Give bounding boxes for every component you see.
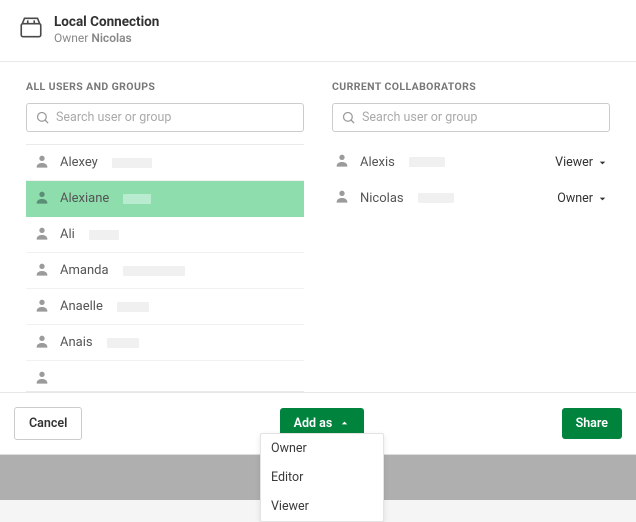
role-dropdown[interactable]: Viewer <box>555 155 608 170</box>
surname-placeholder <box>123 266 185 276</box>
collaborator-row: Nicolas Owner <box>332 180 610 216</box>
connection-icon <box>18 15 44 45</box>
chevron-up-icon <box>339 418 350 429</box>
search-icon <box>35 110 50 125</box>
person-icon <box>34 297 50 317</box>
add-as-option[interactable]: Owner <box>261 434 383 463</box>
dialog-footer: Cancel Add as OwnerEditorViewer Share <box>0 392 636 454</box>
all-users-panel: ALL USERS AND GROUPS Alexey Alexiane Ali Am… <box>26 80 304 392</box>
user-row[interactable]: Alexiane <box>26 181 304 217</box>
role-label: Viewer <box>555 155 593 170</box>
surname-placeholder <box>107 338 139 348</box>
user-name: Alexiane <box>60 191 109 206</box>
user-name: Amanda <box>60 263 109 278</box>
user-name: Anais <box>60 335 93 350</box>
person-icon <box>34 225 50 245</box>
user-row[interactable] <box>26 361 304 392</box>
all-users-list[interactable]: Alexey Alexiane Ali Amanda Anaelle Anais <box>26 144 304 392</box>
collaborators-search[interactable] <box>332 103 610 132</box>
person-icon <box>34 153 50 173</box>
dialog-owner-line: Owner Nicolas <box>54 31 159 45</box>
cancel-button[interactable]: Cancel <box>14 407 82 440</box>
surname-placeholder <box>89 230 119 240</box>
add-as-dropdown: OwnerEditorViewer <box>260 433 384 522</box>
collaborators-search-input[interactable] <box>362 110 601 125</box>
surname-placeholder <box>117 302 149 312</box>
person-icon <box>334 188 350 208</box>
person-icon <box>334 152 350 172</box>
all-users-search[interactable] <box>26 103 304 132</box>
collaborators-panel: CURRENT COLLABORATORS Alexis Viewer Nicola… <box>332 80 610 392</box>
share-button[interactable]: Share <box>562 408 622 439</box>
collaborators-heading: CURRENT COLLABORATORS <box>332 80 610 93</box>
user-row[interactable]: Ali <box>26 217 304 253</box>
user-row[interactable]: Anais <box>26 325 304 361</box>
collaborator-name: Alexis <box>360 155 395 170</box>
collaborator-name: Nicolas <box>360 191 404 206</box>
surname-placeholder <box>123 194 151 204</box>
user-name: Ali <box>60 227 75 242</box>
person-icon <box>34 261 50 281</box>
add-as-option[interactable]: Viewer <box>261 492 383 521</box>
surname-placeholder <box>409 157 445 167</box>
person-icon <box>34 333 50 353</box>
surname-placeholder <box>418 193 454 203</box>
role-dropdown[interactable]: Owner <box>557 191 608 206</box>
user-name: Anaelle <box>60 299 103 314</box>
all-users-search-input[interactable] <box>56 110 295 125</box>
dialog-title: Local Connection <box>54 14 159 30</box>
all-users-heading: ALL USERS AND GROUPS <box>26 80 304 93</box>
surname-placeholder <box>112 158 152 168</box>
user-name: Alexey <box>60 155 98 170</box>
dialog-header: Local Connection Owner Nicolas <box>0 0 636 62</box>
person-icon <box>34 369 50 389</box>
collaborator-row: Alexis Viewer <box>332 144 610 180</box>
share-dialog: Local Connection Owner Nicolas ALL USERS… <box>0 0 636 455</box>
user-row[interactable]: Alexey <box>26 145 304 181</box>
search-icon <box>341 110 356 125</box>
user-row[interactable]: Anaelle <box>26 289 304 325</box>
person-icon <box>34 189 50 209</box>
role-label: Owner <box>557 191 593 206</box>
collaborators-list: Alexis Viewer Nicolas Owner <box>332 144 610 216</box>
add-as-option[interactable]: Editor <box>261 463 383 492</box>
user-row[interactable]: Amanda <box>26 253 304 289</box>
